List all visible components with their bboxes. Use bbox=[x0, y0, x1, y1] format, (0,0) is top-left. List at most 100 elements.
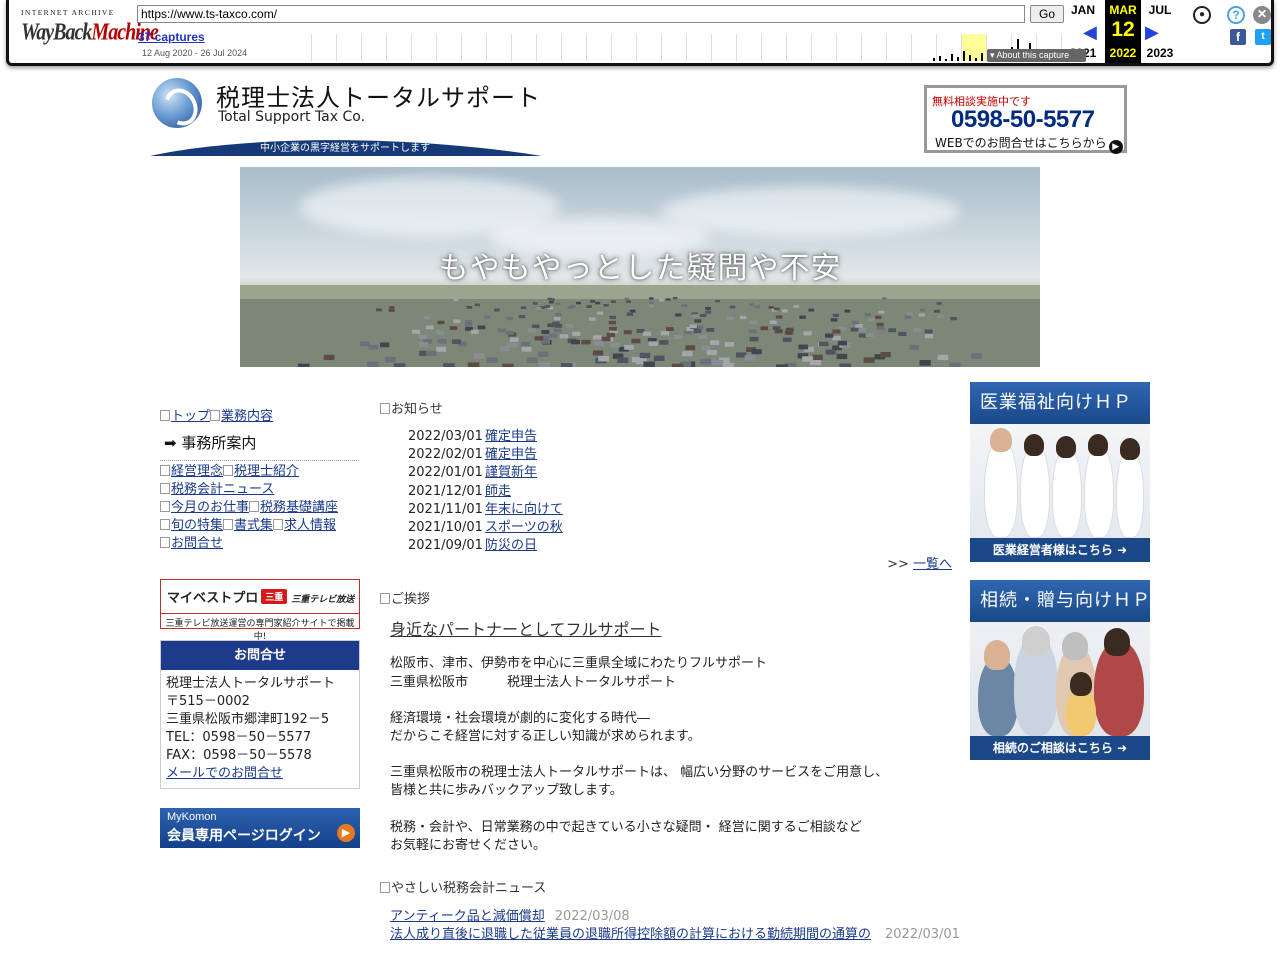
person-figure bbox=[1052, 446, 1082, 538]
taxnews-link[interactable]: 法人成り直後に退職した従業員の退職所得控除額の計算における勤続期間の通算の bbox=[390, 927, 871, 942]
nav-current-office[interactable]: ➡ 事務所案内 bbox=[164, 432, 360, 454]
news-link[interactable]: 防災の日 bbox=[485, 538, 537, 553]
wayback-logo[interactable]: INTERNET ARCHIVE WayBackMachine bbox=[21, 8, 159, 52]
hero-house bbox=[639, 352, 651, 358]
hero-house bbox=[782, 337, 792, 342]
news-link[interactable]: 確定申告 bbox=[485, 429, 537, 444]
medical-banner-footer-label: 医業経営者様はこちら bbox=[992, 543, 1113, 557]
nav-philosophy[interactable]: 経営理念 bbox=[160, 464, 223, 479]
news-date: 2021/09/01 bbox=[408, 538, 483, 554]
news-more: >> 一覧へ bbox=[380, 556, 952, 574]
hero-house bbox=[700, 313, 707, 317]
sparkline-tick bbox=[936, 34, 937, 61]
about-capture-label: About this capture bbox=[996, 50, 1070, 60]
broken-image-icon bbox=[380, 593, 390, 605]
hero-house bbox=[933, 309, 940, 313]
month-current-label: MAR bbox=[1109, 3, 1137, 17]
hero-house bbox=[909, 345, 919, 350]
mybestpro-badge: 三重 bbox=[261, 589, 288, 604]
mybestpro-banner[interactable]: マイベストプロ 三重 三重テレビ放送 三重テレビ放送運営の専門家紹介サイトで掲載中! bbox=[160, 579, 360, 642]
nav-tax-news[interactable]: 税務会計ニュース bbox=[160, 482, 274, 497]
wayback-logo-a: WayBack bbox=[21, 19, 92, 46]
news-link[interactable]: スポーツの秋 bbox=[485, 520, 563, 535]
contact-heading: お問合せ bbox=[161, 641, 359, 670]
wayback-captures-link[interactable]: 37 captures bbox=[138, 30, 205, 44]
person-figure bbox=[1020, 442, 1050, 538]
medical-welfare-banner[interactable]: 医業福祉向けＨＰ 医業経営者様はこちら ➜ bbox=[970, 382, 1150, 562]
wayback-go-button[interactable]: Go bbox=[1030, 5, 1064, 23]
hero-house bbox=[572, 331, 581, 336]
hero-house bbox=[452, 339, 461, 344]
nav-monthly-work[interactable]: 今月のお仕事 bbox=[160, 500, 249, 515]
hero-house bbox=[376, 308, 382, 312]
contact-line: 〒515－0002 bbox=[166, 694, 250, 709]
nav-services[interactable]: 業務内容 bbox=[210, 409, 273, 424]
taxnews-list: アンティーク品と減価償却 2022/03/08 法人成り直後に退職した従業員の退職… bbox=[390, 908, 960, 944]
wayback-sparkline[interactable] bbox=[311, 34, 1063, 61]
news-item: 2022/02/01 確定申告 bbox=[408, 446, 952, 464]
hero-house bbox=[659, 299, 664, 302]
nav-forms-label: 書式集 bbox=[234, 518, 274, 533]
sparkline-tick bbox=[361, 34, 362, 61]
news-list: 2022/03/01 確定申告 2022/02/01 確定申告 2022/01/01 謹賀… bbox=[408, 428, 952, 555]
hero-house bbox=[705, 307, 711, 310]
taxnews-heading-label: やさしい税務会計ニュース bbox=[391, 880, 547, 896]
news-date: 2021/10/01 bbox=[408, 519, 483, 535]
news-link[interactable]: 確定申告 bbox=[485, 447, 537, 462]
hero-house bbox=[875, 315, 882, 319]
hero-house bbox=[538, 362, 551, 367]
hero-house bbox=[844, 309, 851, 313]
hero-house bbox=[436, 330, 445, 335]
company-name: 税理士法人トータルサポート bbox=[216, 84, 541, 112]
hero-house bbox=[793, 305, 799, 308]
hero-house bbox=[850, 327, 859, 332]
news-link[interactable]: 謹賀新年 bbox=[485, 465, 537, 480]
hero-copy: もやもやっとした疑問や不安 bbox=[438, 251, 842, 286]
hero-house bbox=[567, 306, 574, 309]
wayback-url-input[interactable]: https://www.ts-taxco.com/ bbox=[137, 5, 1025, 23]
news-link[interactable]: 師走 bbox=[485, 484, 511, 499]
sparkline-tick bbox=[311, 34, 312, 61]
nav-feature[interactable]: 旬の特集 bbox=[160, 518, 223, 533]
sparkline-tick bbox=[586, 34, 587, 61]
inheritance-banner[interactable]: 相続・贈与向けＨＰ 相続のご相談はこちら ➜ bbox=[970, 580, 1150, 760]
hero-house bbox=[880, 352, 891, 358]
mykomon-login-banner[interactable]: MyKomon 会員専用ページログイン ▶ bbox=[160, 808, 360, 848]
mybestpro-title: マイベストプロ 三重 三重テレビ放送 bbox=[167, 587, 354, 606]
nav-top[interactable]: トップ bbox=[160, 409, 210, 424]
nav-recruit[interactable]: 求人情報 bbox=[273, 518, 336, 533]
hero-house bbox=[855, 324, 863, 328]
news-item: 2022/01/01 謹賀新年 bbox=[408, 464, 952, 482]
nav-staff[interactable]: 税理士紹介 bbox=[223, 464, 299, 479]
hero-house bbox=[555, 302, 561, 306]
nav-forms[interactable]: 書式集 bbox=[223, 518, 273, 533]
nav-contact[interactable]: お問合せ bbox=[160, 536, 223, 551]
user-icon[interactable]: ● bbox=[1193, 6, 1211, 24]
arrow-right-icon: ➜ bbox=[1117, 741, 1128, 755]
hero-house bbox=[882, 297, 887, 300]
mail-contact-link[interactable]: メールでのお問合せ bbox=[166, 766, 283, 781]
close-icon[interactable]: ✕ bbox=[1253, 6, 1271, 24]
hero-house bbox=[367, 361, 379, 367]
hero-house bbox=[453, 319, 461, 323]
wayback-toolbar: INTERNET ARCHIVE WayBackMachine https://… bbox=[6, 0, 1274, 66]
nav-staff-label: 税理士紹介 bbox=[234, 464, 300, 479]
hero-house bbox=[904, 315, 912, 319]
news-link[interactable]: 年末に向けて bbox=[485, 502, 563, 517]
site-logo[interactable]: 税理士法人トータルサポート Total Support Tax Co. 中小企業… bbox=[150, 76, 542, 156]
web-contact-link[interactable]: WEBでのお問合せはこちらから ▶ bbox=[935, 134, 1123, 154]
sparkline-bar bbox=[957, 57, 959, 61]
facebook-icon[interactable]: f bbox=[1230, 29, 1246, 45]
phone-contact-box[interactable]: 無料相談実施中です 0598-50-5577 WEBでのお問合せはこちらから ▶ bbox=[924, 85, 1127, 154]
hero-house bbox=[671, 363, 684, 367]
nav-basic-course[interactable]: 税務基礎講座 bbox=[249, 500, 338, 515]
hero-town bbox=[240, 285, 1040, 367]
prev-capture-arrow-icon[interactable]: ◀ bbox=[1083, 22, 1097, 43]
help-icon[interactable]: ? bbox=[1227, 6, 1245, 24]
hero-house bbox=[609, 326, 617, 331]
about-capture-button[interactable]: ▾ About this capture bbox=[987, 49, 1086, 62]
news-more-link[interactable]: 一覧へ bbox=[913, 557, 952, 572]
twitter-icon[interactable]: t bbox=[1255, 29, 1271, 45]
taxnews-link[interactable]: アンティーク品と減価償却 bbox=[390, 909, 545, 924]
month-next[interactable]: JUL 2023 bbox=[1142, 0, 1178, 63]
